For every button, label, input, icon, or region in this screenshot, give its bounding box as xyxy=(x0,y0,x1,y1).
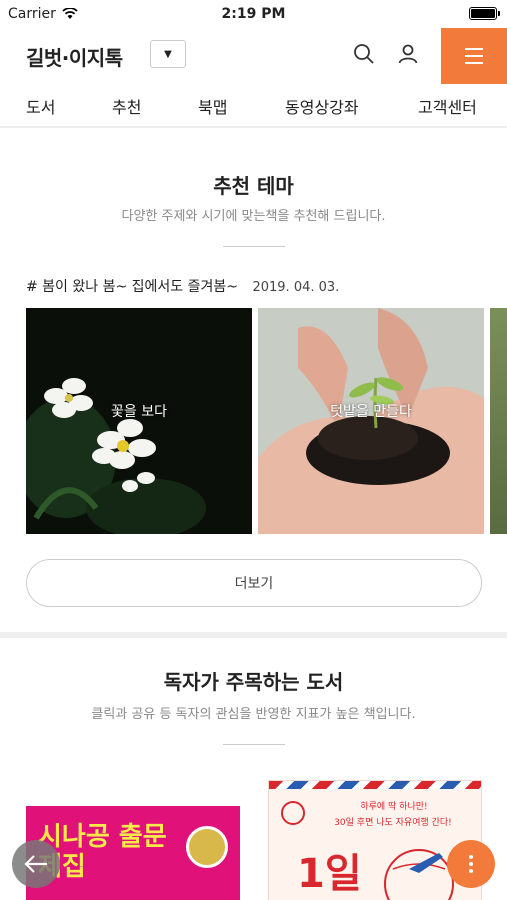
theme-title: # 봄이 왔나 봄~ 집에서도 즐겨봄~ xyxy=(26,279,239,295)
user-icon[interactable] xyxy=(396,42,420,66)
seedling-photo xyxy=(258,308,484,534)
featured-section-subtitle: 클릭과 공유 등 독자의 관심을 반영한 지표가 높은 책입니다. xyxy=(91,707,416,722)
theme-header[interactable]: # 봄이 왔나 봄~ 집에서도 즐겨봄~ 2019. 04. 03. xyxy=(26,276,339,296)
airmail-stripe xyxy=(269,781,481,789)
battery-icon xyxy=(469,7,500,20)
back-button[interactable] xyxy=(12,840,60,888)
theme-card-label: 꽃을 보다 xyxy=(111,404,167,420)
theme-date: 2019. 04. 03. xyxy=(252,280,340,295)
book-cover-travel[interactable]: 하루에 딱 하나만! 30일 후면 나도 자유여행 간다! 1일 xyxy=(268,780,482,900)
theme-card-flower[interactable]: 꽃을 보다 xyxy=(26,308,252,534)
recommend-section-title: 추천 테마 xyxy=(213,174,294,198)
award-badge-icon xyxy=(186,826,228,868)
hamburger-menu-button[interactable] xyxy=(441,28,507,84)
dot-icon xyxy=(469,855,473,859)
status-time: 2:19 PM xyxy=(221,6,286,22)
dot-icon xyxy=(469,869,473,873)
book-cover-big-number: 1일 xyxy=(297,851,362,897)
book-cover-title: 시나공 출문제집 xyxy=(38,822,167,882)
app-header: 길벗·이지톡 ▼ xyxy=(0,28,507,84)
recommend-section-subtitle: 다양한 주제와 시기에 맞는책을 추천해 드립니다. xyxy=(121,209,386,224)
theme-card-seedling[interactable]: 텃밭을 만들다 xyxy=(258,308,484,534)
site-dropdown-button[interactable]: ▼ xyxy=(150,40,186,68)
caret-down-icon: ▼ xyxy=(164,48,172,60)
search-icon[interactable] xyxy=(352,42,376,66)
section-rule xyxy=(223,744,285,745)
book-cover-subtagline: 30일 후면 나도 자유여행 간다! xyxy=(334,818,452,828)
stamp-icon xyxy=(281,801,305,825)
hamburger-line xyxy=(465,55,483,57)
status-bar: Carrier 2:19 PM xyxy=(0,0,507,28)
main-nav: 도서 추천 북맵 동영상강좌 고객센터 xyxy=(0,84,507,128)
hamburger-line xyxy=(465,62,483,64)
more-options-button[interactable] xyxy=(447,840,495,888)
dot-icon xyxy=(469,862,473,866)
book-cover-tagline: 하루에 딱 하나만! xyxy=(360,802,428,812)
theme-card-peek[interactable] xyxy=(490,308,507,534)
tab-books[interactable]: 도서 xyxy=(26,94,55,118)
tab-video-lectures[interactable]: 동영상강좌 xyxy=(285,94,359,118)
theme-card-label: 텃밭을 만들다 xyxy=(330,404,412,420)
featured-section-title: 독자가 주목하는 도서 xyxy=(163,670,344,694)
tab-recommend[interactable]: 추천 xyxy=(112,94,141,118)
tab-bookmap[interactable]: 북맵 xyxy=(198,94,227,118)
flower-photo xyxy=(26,308,252,534)
book-cover-sinagong[interactable]: 시나공 출문제집 xyxy=(26,806,240,900)
section-rule xyxy=(223,246,285,247)
arrow-left-icon xyxy=(24,855,47,873)
site-logo[interactable]: 길벗·이지톡 xyxy=(26,42,123,71)
section-divider xyxy=(0,632,507,638)
hamburger-line xyxy=(465,48,483,50)
tab-customer-center[interactable]: 고객센터 xyxy=(418,94,477,118)
more-button[interactable]: 더보기 xyxy=(26,559,482,607)
